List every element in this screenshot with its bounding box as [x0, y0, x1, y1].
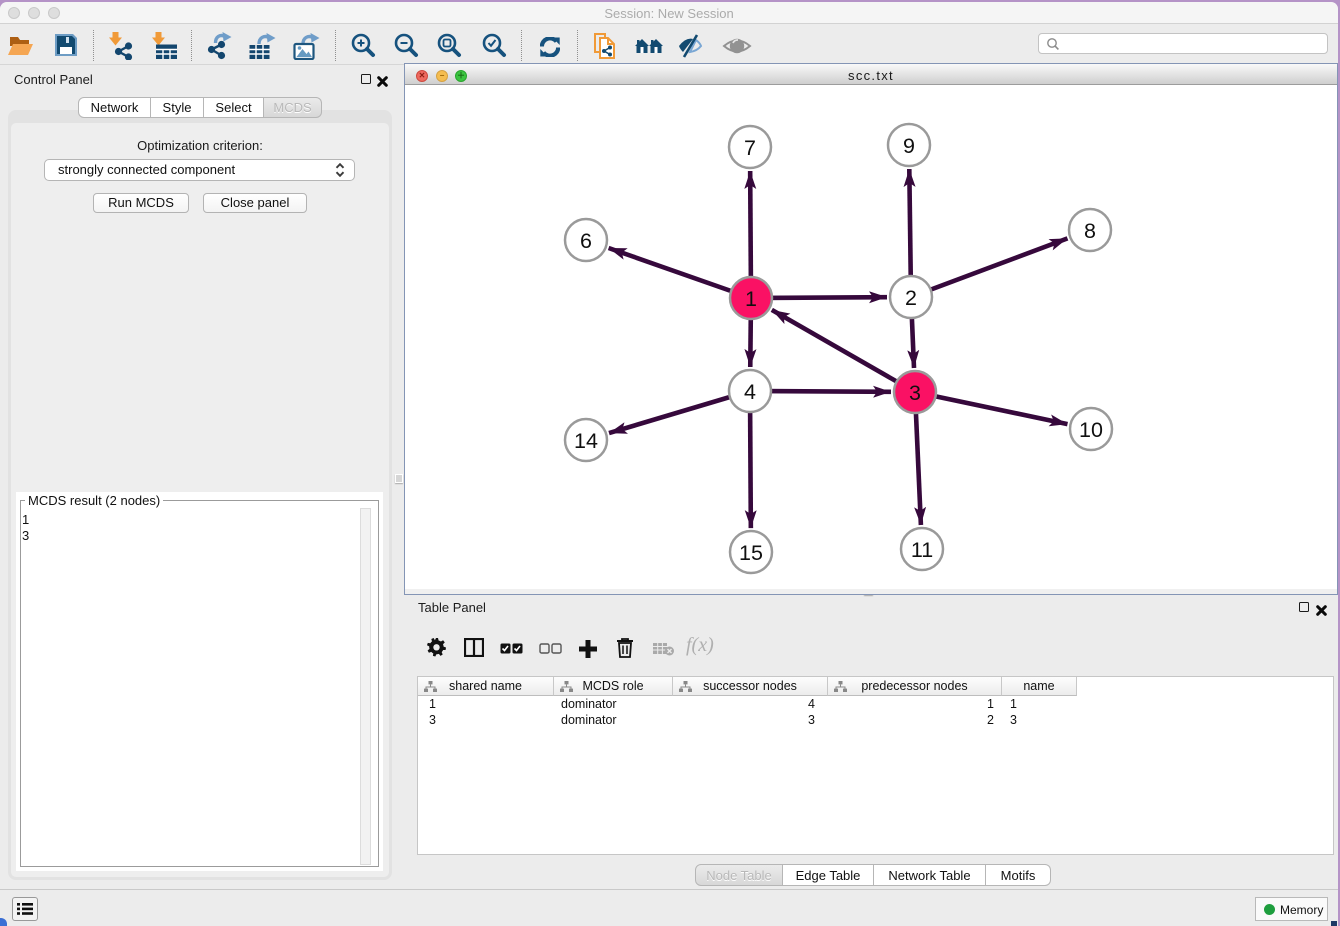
svg-text:1: 1: [745, 287, 757, 311]
svg-text:6: 6: [580, 229, 592, 253]
svg-text:10: 10: [1079, 418, 1103, 442]
svg-text:7: 7: [744, 136, 756, 160]
svg-text:3: 3: [909, 381, 921, 405]
svg-text:14: 14: [574, 429, 598, 453]
svg-text:11: 11: [911, 538, 933, 562]
svg-text:8: 8: [1084, 219, 1096, 243]
svg-text:9: 9: [903, 134, 915, 158]
svg-text:15: 15: [739, 541, 763, 565]
svg-text:2: 2: [905, 286, 917, 310]
svg-text:4: 4: [744, 380, 756, 404]
